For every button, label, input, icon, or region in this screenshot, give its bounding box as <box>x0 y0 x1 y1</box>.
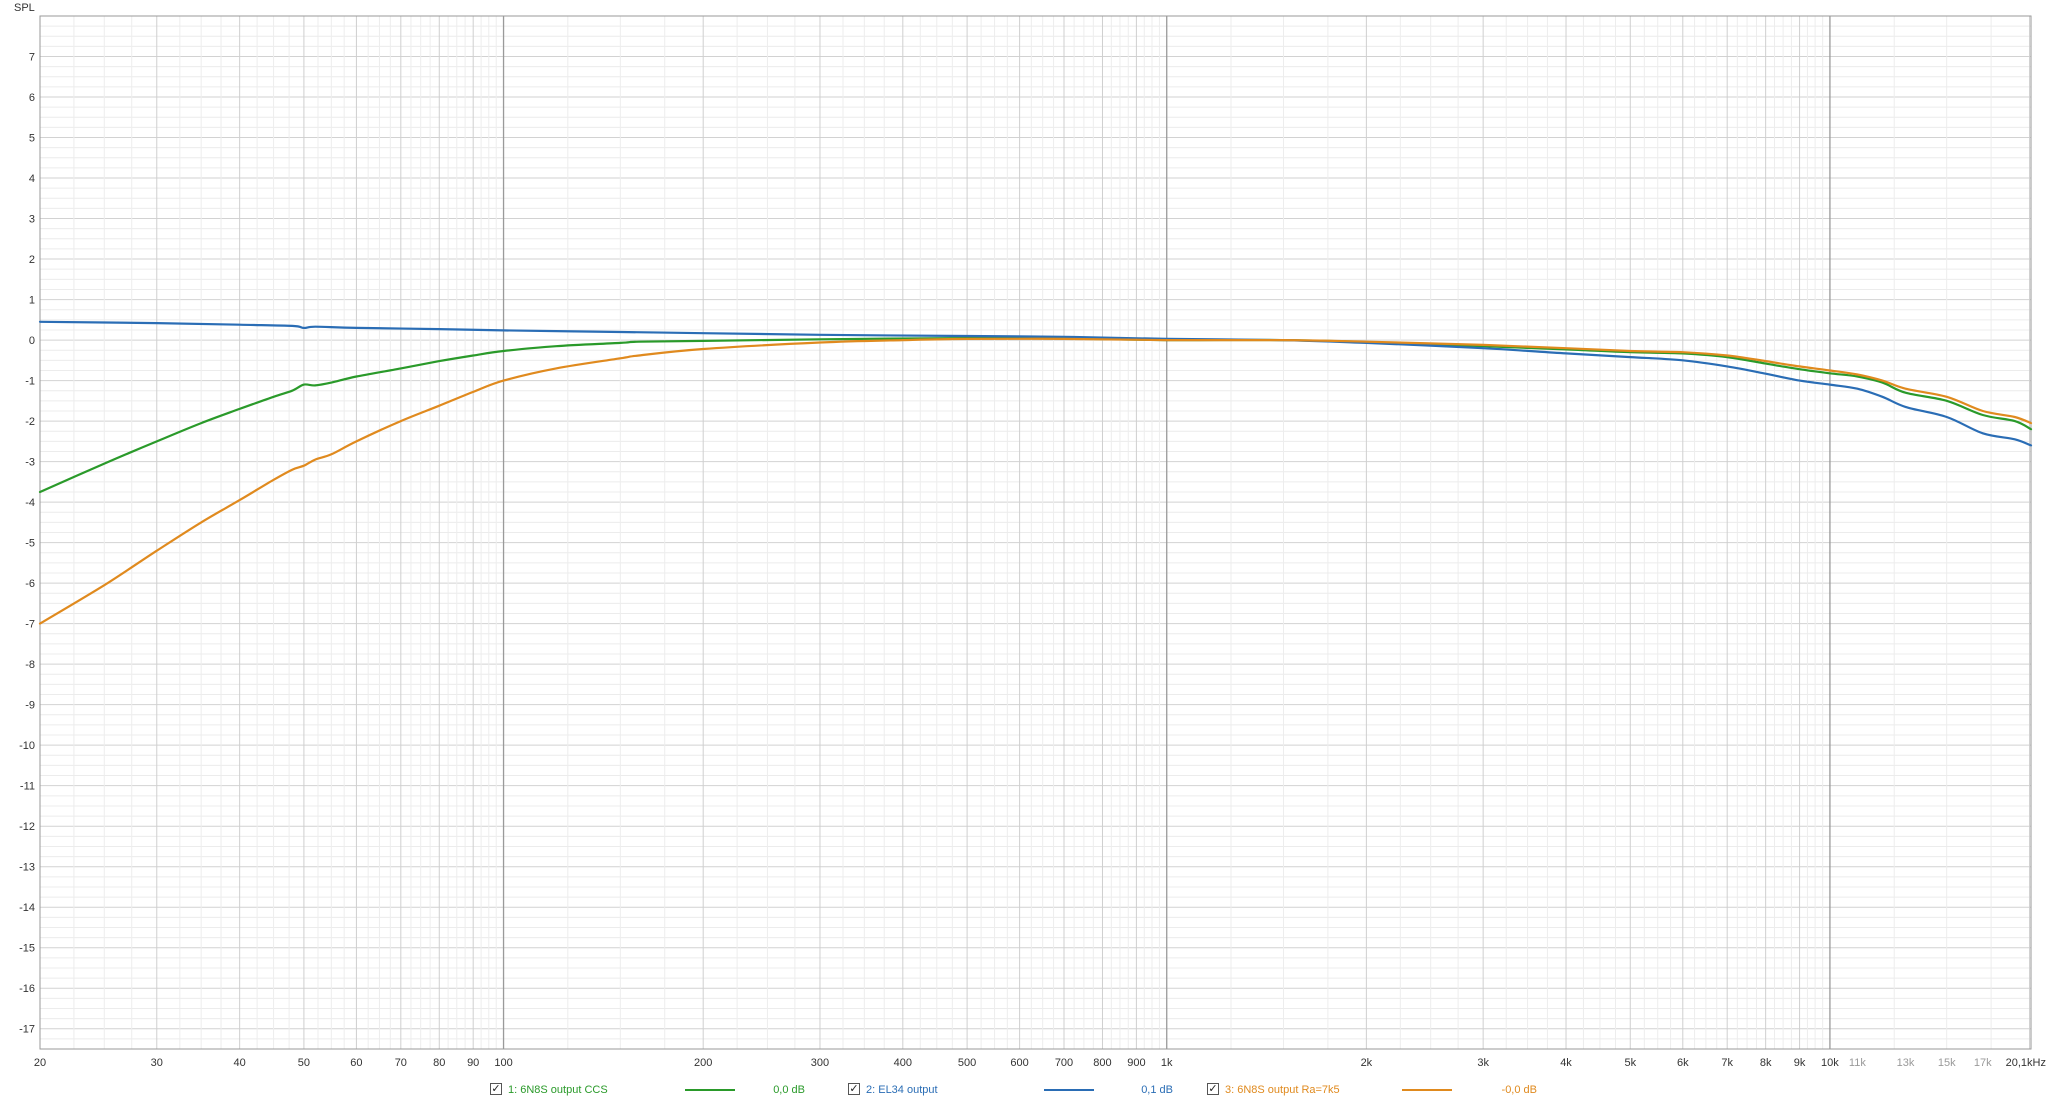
y-tick-label: 7 <box>29 52 35 64</box>
y-tick-label: -17 <box>19 1024 35 1036</box>
frequency-response-chart: SPL 7 6 5 4 3 2 1 0 -1 -2 -3 -4 -5 -6 -7 -8 -9 -10 -11 -12 -… <box>14 2 2046 1069</box>
series-3-swatch <box>1402 1089 1452 1091</box>
y-tick-label: 3 <box>29 214 35 226</box>
y-tick-label: -3 <box>25 457 35 469</box>
y-tick-label: -14 <box>19 902 35 914</box>
x-tick-label: 9k <box>1794 1057 1806 1069</box>
y-axis-label: SPL <box>14 2 35 14</box>
series-2-label: 2: EL34 output <box>866 1084 938 1096</box>
series-1-label: 1: 6N8S output CCS <box>508 1084 608 1096</box>
x-tick-label: 60 <box>350 1057 362 1069</box>
legend-item-2: ✓ 2: EL34 output 0,1 dB <box>848 1082 1178 1098</box>
minor-grid <box>39 15 2031 1050</box>
y-tick-label: 2 <box>29 254 35 266</box>
x-tick-label: 10k <box>1821 1057 1839 1069</box>
x-tick-label: 13k <box>1897 1057 1915 1069</box>
y-tick-label: -10 <box>19 740 35 752</box>
x-tick-label: 15k <box>1938 1057 1956 1069</box>
legend-item-3: ✓ 3: 6N8S output Ra=7k5 -0,0 dB <box>1207 1082 1547 1098</box>
x-tick-label: 200 <box>694 1057 712 1069</box>
series-1-swatch <box>685 1089 735 1091</box>
series-3-value: -0,0 dB <box>1501 1084 1537 1096</box>
y-tick-label: -7 <box>25 619 35 631</box>
y-tick-label: -1 <box>25 376 35 388</box>
x-tick-label: 30 <box>151 1057 163 1069</box>
x-tick-label: 400 <box>894 1057 912 1069</box>
x-tick-label: 70 <box>395 1057 407 1069</box>
x-tick-label: 3k <box>1477 1057 1489 1069</box>
x-tick-label: 90 <box>467 1057 479 1069</box>
y-tick-labels: 7 6 5 4 3 2 1 0 -1 -2 -3 -4 -5 -6 -7 -8 -9 -10 -11 -12 -13 -1… <box>19 52 35 1036</box>
x-tick-label: 11k <box>1849 1057 1866 1069</box>
x-tick-label: 800 <box>1093 1057 1111 1069</box>
x-tick-label: 1k <box>1161 1057 1173 1069</box>
x-tick-label: 2k <box>1361 1057 1373 1069</box>
series-2-checkbox[interactable]: ✓ <box>848 1083 860 1095</box>
y-tick-label: -5 <box>25 538 35 550</box>
y-tick-label: -11 <box>20 781 35 793</box>
y-tick-label: 6 <box>29 92 35 104</box>
y-tick-label: 1 <box>29 295 35 307</box>
x-tick-label: 600 <box>1010 1057 1028 1069</box>
x-tick-label: 300 <box>811 1057 829 1069</box>
x-tick-labels: 20 30 40 50 60 70 80 90 100 200 300 400 500 600 700 800… <box>34 1057 2046 1069</box>
y-tick-label: 5 <box>29 133 35 145</box>
x-tick-label: 100 <box>494 1057 512 1069</box>
y-tick-label: -8 <box>25 659 35 671</box>
y-tick-label: -4 <box>25 497 35 509</box>
series-3-label: 3: 6N8S output Ra=7k5 <box>1225 1084 1340 1096</box>
y-tick-label: 0 <box>29 335 35 347</box>
y-tick-label: -16 <box>19 983 35 995</box>
x-tick-label: 900 <box>1127 1057 1145 1069</box>
series-line-1 <box>38 336 2033 494</box>
y-tick-label: -15 <box>19 943 35 955</box>
x-tick-label: 4k <box>1560 1057 1572 1069</box>
y-tick-label: -9 <box>25 700 35 712</box>
y-tick-label: -2 <box>25 416 35 428</box>
y-tick-label: -6 <box>25 578 35 590</box>
y-tick-label: 4 <box>29 173 35 185</box>
x-tick-label: 17k <box>1974 1057 1992 1069</box>
x-tick-label: 20,1kHz <box>2006 1057 2046 1069</box>
x-tick-label: 700 <box>1055 1057 1073 1069</box>
series-3-checkbox[interactable]: ✓ <box>1207 1083 1219 1095</box>
y-tick-label: -12 <box>19 821 35 833</box>
series-1-value: 0,0 dB <box>773 1084 805 1096</box>
x-tick-label: 20 <box>34 1057 46 1069</box>
x-tick-label: 80 <box>433 1057 445 1069</box>
x-tick-label: 8k <box>1760 1057 1772 1069</box>
legend-item-1: ✓ 1: 6N8S output CCS 0,0 dB <box>490 1082 805 1098</box>
x-tick-label: 500 <box>958 1057 976 1069</box>
x-tick-label: 5k <box>1624 1057 1636 1069</box>
x-tick-label: 50 <box>298 1057 310 1069</box>
x-tick-label: 6k <box>1677 1057 1689 1069</box>
series-1-checkbox[interactable]: ✓ <box>490 1083 502 1095</box>
x-tick-label: 40 <box>234 1057 246 1069</box>
series-2-swatch <box>1044 1089 1094 1091</box>
series-lines <box>38 320 2033 625</box>
series-2-value: 0,1 dB <box>1141 1084 1173 1096</box>
legend: ✓ 1: 6N8S output CCS 0,0 dB ✓ 2: EL34 ou… <box>0 1082 2048 1098</box>
x-tick-label: 7k <box>1721 1057 1733 1069</box>
y-tick-label: -13 <box>19 862 35 874</box>
